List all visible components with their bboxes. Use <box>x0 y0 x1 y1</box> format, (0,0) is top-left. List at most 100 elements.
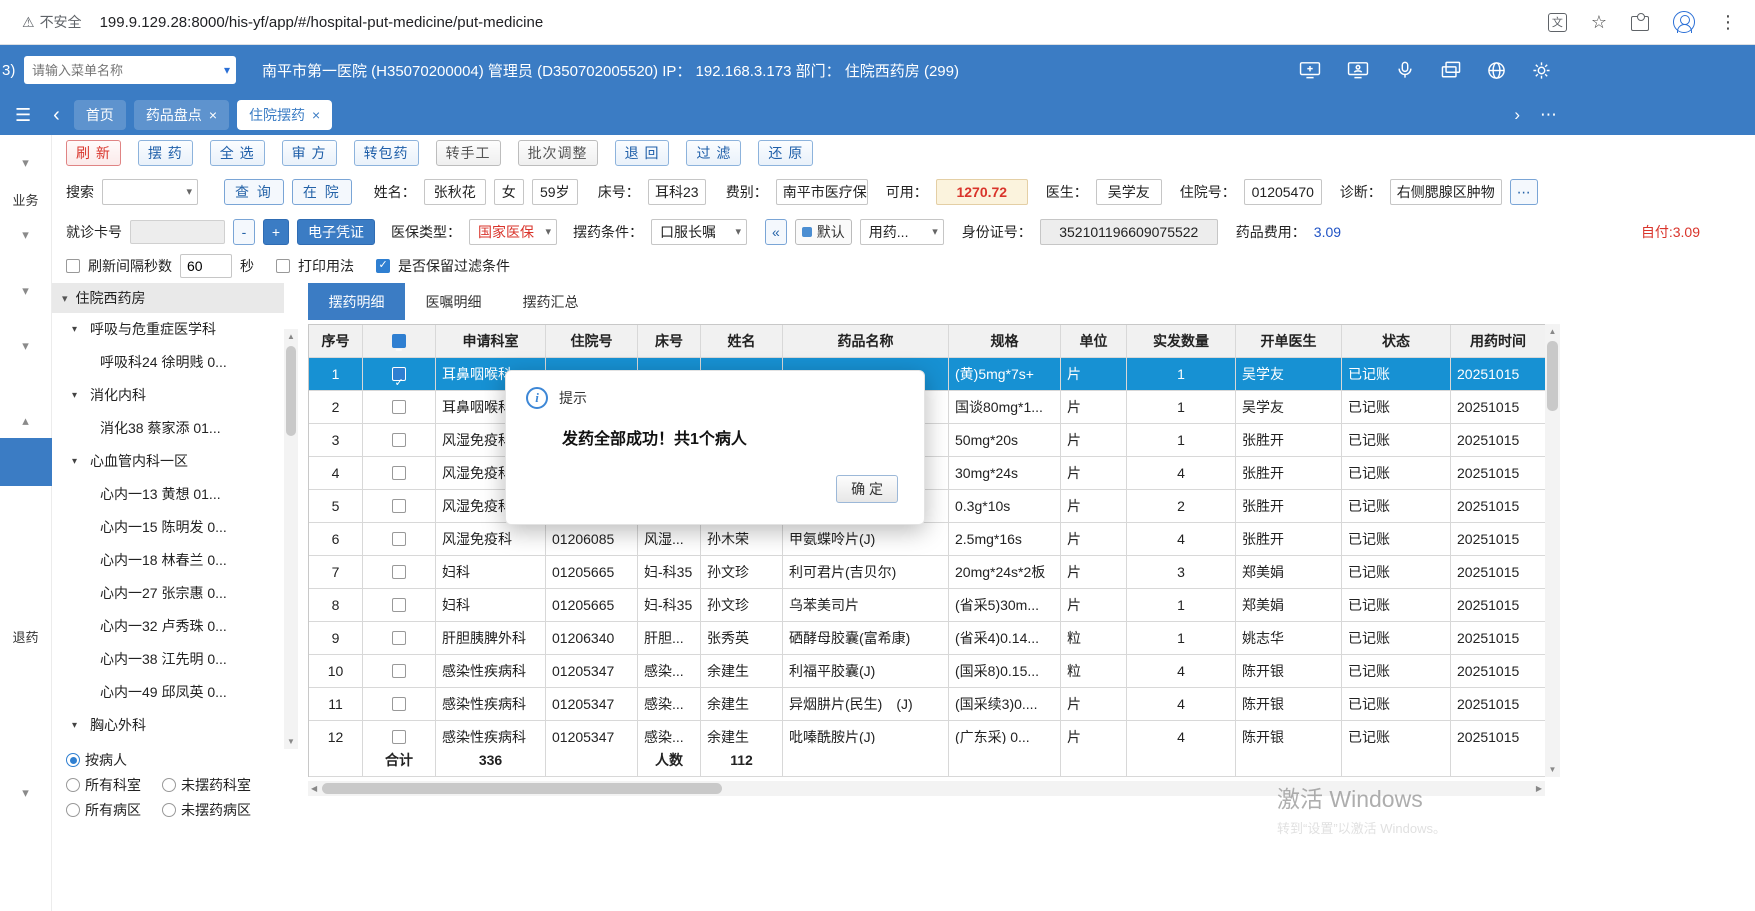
filter-radio[interactable]: 所有科室 <box>66 775 162 795</box>
row-checkbox[interactable] <box>392 565 406 579</box>
scroll-down-icon[interactable]: ▼ <box>1549 762 1557 777</box>
extensions-icon[interactable] <box>1631 13 1649 31</box>
filter-radio[interactable]: 所有病区 <box>66 800 162 820</box>
toolbar-button[interactable]: 还 原 <box>758 140 814 166</box>
browser-menu-icon[interactable]: ⋮ <box>1719 13 1737 31</box>
cell-select[interactable] <box>363 655 436 688</box>
voice-icon[interactable] <box>1395 61 1415 79</box>
table-row[interactable]: 5 风湿免疫科 0.3g*10s 片 2 张胜开 已记账 20251015 <box>309 490 1545 523</box>
globe-icon[interactable] <box>1487 61 1506 80</box>
rail-chevron-down-icon[interactable]: ▾ <box>22 155 29 171</box>
forward-chevron-icon[interactable]: › <box>1514 105 1520 125</box>
tree-item[interactable]: ▾ 心内一27 张宗惠 0... <box>52 577 284 610</box>
filter-radio[interactable]: 未摆药科室 <box>162 775 284 795</box>
bookmark-star-icon[interactable]: ☆ <box>1591 13 1607 31</box>
row-checkbox[interactable] <box>392 532 406 546</box>
row-checkbox[interactable] <box>392 433 406 447</box>
column-header-seq[interactable]: 序号 <box>309 325 363 358</box>
column-header-qty[interactable]: 实发数量 <box>1127 325 1236 358</box>
pharmacy-select[interactable]: ▾ 住院西药房 <box>52 283 284 313</box>
inpatient-button[interactable]: 在 院 <box>291 179 352 205</box>
tree-item[interactable]: ▾ 消化38 蔡家添 01... <box>52 412 284 445</box>
column-header-admission[interactable]: 住院号 <box>546 325 638 358</box>
rail-item-business[interactable]: 业务 <box>12 190 38 209</box>
row-checkbox[interactable] <box>392 400 406 414</box>
scroll-up-icon[interactable]: ▲ <box>1549 324 1557 339</box>
cell-select[interactable] <box>363 721 436 744</box>
toolbar-button[interactable]: 批次调整 <box>517 140 598 166</box>
row-checkbox[interactable] <box>392 499 406 513</box>
row-checkbox[interactable] <box>392 697 406 711</box>
tree-item[interactable]: ▾ 心内一13 黄想 01... <box>52 478 284 511</box>
nav-tab[interactable]: 住院摆药 × <box>237 100 333 130</box>
toolbar-button[interactable]: 退 回 <box>614 140 670 166</box>
cell-select[interactable] <box>363 589 436 622</box>
toolbar-button[interactable]: 全 选 <box>209 140 265 166</box>
radio-icon[interactable] <box>66 753 80 767</box>
toolbar-button[interactable]: 审 方 <box>281 140 337 166</box>
toolbar-button[interactable]: 刷 新 <box>66 140 121 166</box>
rail-chevron-up-icon[interactable]: ▴ <box>22 413 29 429</box>
refresh-interval-input[interactable] <box>180 253 232 278</box>
scrollbar-thumb[interactable] <box>286 346 296 436</box>
rail-active-item[interactable] <box>0 438 52 486</box>
table-row[interactable]: 2 耳鼻咽喉科 国谈80mg*1... 片 1 吴学友 已记账 20251015 <box>309 391 1545 424</box>
toolbar-button[interactable]: 过 滤 <box>686 140 742 166</box>
radio-icon[interactable] <box>66 803 80 817</box>
table-row[interactable]: 3 风湿免疫科 50mg*20s 片 1 张胜开 已记账 20251015 <box>309 424 1545 457</box>
column-header-status[interactable]: 状态 <box>1342 325 1451 358</box>
column-header-select[interactable] <box>363 325 436 358</box>
sidebar-scrollbar[interactable]: ▲ ▼ <box>284 329 298 749</box>
settings-gear-icon[interactable] <box>1532 61 1551 80</box>
table-horizontal-scrollbar[interactable]: ◀ ▶ <box>308 781 1545 796</box>
tree-item[interactable]: ▾ 心血管内科一区 <box>52 445 284 478</box>
filter-radio[interactable]: 未摆药病区 <box>162 800 284 820</box>
tab-close-icon[interactable]: × <box>312 107 320 123</box>
cell-select[interactable] <box>363 490 436 523</box>
chevron-down-icon[interactable]: ▾ <box>224 63 230 77</box>
panel-tab[interactable]: 医嘱明细 <box>405 283 502 320</box>
url-text[interactable]: 199.9.129.28:8000/his-yf/app/#/hospital-… <box>100 14 544 31</box>
column-header-doctor[interactable]: 开单医生 <box>1236 325 1342 358</box>
column-header-spec[interactable]: 规格 <box>949 325 1061 358</box>
profile-avatar-icon[interactable] <box>1673 11 1695 33</box>
insurance-type-select[interactable]: 国家医保 ▾ <box>469 218 557 245</box>
rail-chevron-down-icon[interactable]: ▾ <box>22 283 29 299</box>
window-switch-icon[interactable] <box>1441 61 1461 79</box>
table-row[interactable]: 7 妇科 01205665 妇-科35 孙文珍 利可君片(吉贝尔) 20mg*2… <box>309 556 1545 589</box>
scroll-right-icon[interactable]: ▶ <box>1533 784 1545 793</box>
tree-item[interactable]: ▾ 消化内科 <box>52 379 284 412</box>
column-header-unit[interactable]: 单位 <box>1061 325 1127 358</box>
menu-search-box[interactable]: ▾ <box>24 56 236 84</box>
tree-item[interactable]: ▾ 心内一15 陈明发 0... <box>52 511 284 544</box>
column-header-date[interactable]: 用药时间 <box>1451 325 1546 358</box>
tree-item[interactable]: ▾ 心内一32 卢秀珠 0... <box>52 610 284 643</box>
row-checkbox[interactable] <box>392 664 406 678</box>
column-header-dept[interactable]: 申请科室 <box>436 325 546 358</box>
search-select[interactable]: ▾ <box>102 179 198 205</box>
cell-select[interactable] <box>363 391 436 424</box>
minus-button[interactable]: - <box>233 218 255 245</box>
tree-item[interactable]: ▾ 呼吸与危重症医学科 <box>52 313 284 346</box>
scrollbar-thumb[interactable] <box>1547 341 1558 411</box>
scrollbar-thumb[interactable] <box>322 783 723 794</box>
nav-tab[interactable]: 药品盘点 × <box>133 100 229 130</box>
rail-item-return-medicine[interactable]: 退药 <box>12 627 38 646</box>
e-certificate-button[interactable]: 电子凭证 <box>297 218 375 245</box>
select-all-checkbox[interactable] <box>392 333 406 357</box>
tab-more-icon[interactable]: ⋯ <box>1540 105 1557 125</box>
table-vertical-scrollbar[interactable]: ▲ ▼ <box>1545 324 1560 777</box>
default-button[interactable]: 默认 <box>794 218 852 245</box>
dispense-condition-select[interactable]: 口服长嘱 ▾ <box>651 218 747 245</box>
row-checkbox[interactable] <box>392 598 406 612</box>
table-row[interactable]: 12 感染性疾病科 01205347 感染... 余建生 吡嗪酰胺片(J) (广… <box>309 721 1545 744</box>
table-row[interactable]: 10 感染性疾病科 01205347 感染... 余建生 利福平胶囊(J) (国… <box>309 655 1545 688</box>
radio-icon[interactable] <box>162 778 176 792</box>
table-row[interactable]: 9 肝胆胰脾外科 01206340 肝胆... 张秀英 硒酵母胶囊(富希康) (… <box>309 622 1545 655</box>
refresh-interval-checkbox[interactable] <box>66 258 80 273</box>
screen-broadcast-icon[interactable] <box>1299 61 1321 79</box>
cell-select[interactable] <box>363 424 436 457</box>
cell-select[interactable] <box>363 358 436 391</box>
keep-filter-checkbox[interactable] <box>376 258 390 273</box>
row-checkbox[interactable] <box>392 466 406 480</box>
